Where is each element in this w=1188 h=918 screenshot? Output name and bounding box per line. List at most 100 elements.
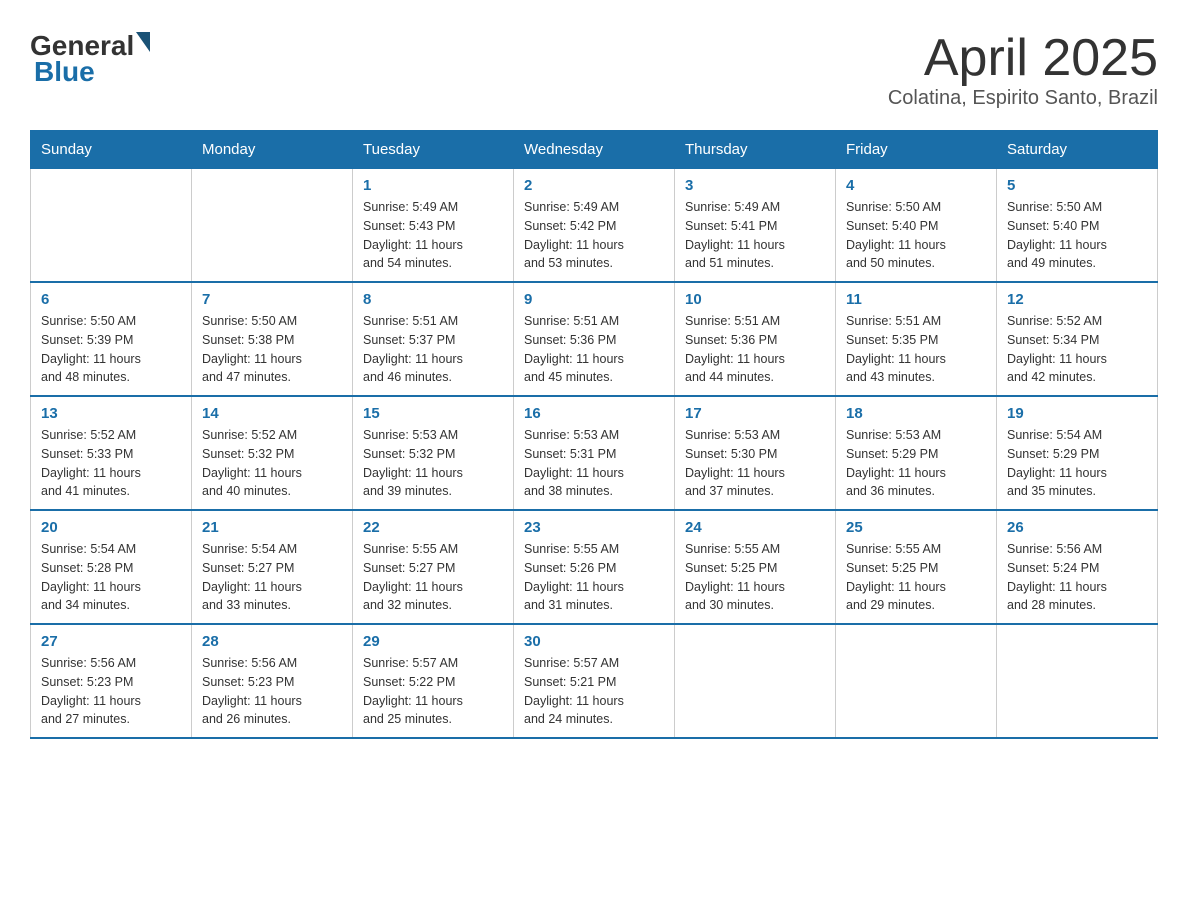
day-info: Sunrise: 5:51 AM Sunset: 5:37 PM Dayligh…: [363, 312, 503, 387]
day-number: 10: [685, 291, 825, 308]
day-cell: 1 Sunrise: 5:49 AM Sunset: 5:43 PM Daylig…: [353, 169, 514, 283]
week-row-5: 27Sunrise: 5:56 AM Sunset: 5:23 PM Dayli…: [31, 624, 1158, 738]
day-info: Sunrise: 5:54 AM Sunset: 5:27 PM Dayligh…: [202, 540, 342, 615]
day-cell: 4 Sunrise: 5:50 AM Sunset: 5:40 PM Daylig…: [836, 169, 997, 283]
header-tuesday: Tuesday: [353, 131, 514, 169]
day-number: 4: [846, 177, 986, 194]
day-info: Sunrise: 5:56 AM Sunset: 5:23 PM Dayligh…: [202, 654, 342, 729]
day-number: 20: [41, 519, 181, 536]
day-cell: 18 Sunrise: 5:53 AM Sunset: 5:29 PM Dayli…: [836, 396, 997, 510]
day-info: Sunrise: 5:50 AM Sunset: 5:40 PM Dayligh…: [846, 198, 986, 273]
day-info: Sunrise: 5:53 AM Sunset: 5:30 PM Dayligh…: [685, 426, 825, 501]
day-info: Sunrise: 5:51 AM Sunset: 5:36 PM Dayligh…: [685, 312, 825, 387]
day-number: 5: [1007, 177, 1147, 194]
day-info: Sunrise: 5:49 AM Sunset: 5:43 PM Dayligh…: [363, 198, 503, 273]
day-cell: 3Sunrise: 5:49 AM Sunset: 5:41 PM Daylig…: [675, 169, 836, 283]
day-number: 18: [846, 405, 986, 422]
header-sunday: Sunday: [31, 131, 192, 169]
day-info: Sunrise: 5:55 AM Sunset: 5:25 PM Dayligh…: [846, 540, 986, 615]
day-info: Sunrise: 5:54 AM Sunset: 5:28 PM Dayligh…: [41, 540, 181, 615]
week-row-4: 20 Sunrise: 5:54 AM Sunset: 5:28 PM Dayli…: [31, 510, 1158, 624]
day-number: 8: [363, 291, 503, 308]
day-info: Sunrise: 5:57 AM Sunset: 5:22 PM Dayligh…: [363, 654, 503, 729]
day-cell: 20 Sunrise: 5:54 AM Sunset: 5:28 PM Dayli…: [31, 510, 192, 624]
day-number: 14: [202, 405, 342, 422]
day-info: Sunrise: 5:50 AM Sunset: 5:40 PM Dayligh…: [1007, 198, 1147, 273]
day-info: Sunrise: 5:52 AM Sunset: 5:34 PM Dayligh…: [1007, 312, 1147, 387]
day-number: 15: [363, 405, 503, 422]
header-monday: Monday: [192, 131, 353, 169]
day-number: 30: [524, 633, 664, 650]
day-number: 13: [41, 405, 181, 422]
day-number: 6: [41, 291, 181, 308]
day-cell: 10 Sunrise: 5:51 AM Sunset: 5:36 PM Dayli…: [675, 282, 836, 396]
day-cell: 28Sunrise: 5:56 AM Sunset: 5:23 PM Dayli…: [192, 624, 353, 738]
day-number: 9: [524, 291, 664, 308]
day-cell: 25 Sunrise: 5:55 AM Sunset: 5:25 PM Dayli…: [836, 510, 997, 624]
logo: General Blue: [30, 30, 150, 88]
day-info: Sunrise: 5:55 AM Sunset: 5:25 PM Dayligh…: [685, 540, 825, 615]
day-cell: [675, 624, 836, 738]
title-block: April 2025 Colatina, Espirito Santo, Bra…: [888, 30, 1158, 110]
day-info: Sunrise: 5:55 AM Sunset: 5:27 PM Dayligh…: [363, 540, 503, 615]
day-number: 1: [363, 177, 503, 194]
day-info: Sunrise: 5:57 AM Sunset: 5:21 PM Dayligh…: [524, 654, 664, 729]
day-info: Sunrise: 5:49 AM Sunset: 5:42 PM Dayligh…: [524, 198, 664, 273]
day-cell: 11 Sunrise: 5:51 AM Sunset: 5:35 PM Dayli…: [836, 282, 997, 396]
header-wednesday: Wednesday: [514, 131, 675, 169]
day-number: 26: [1007, 519, 1147, 536]
day-cell: 24Sunrise: 5:55 AM Sunset: 5:25 PM Dayli…: [675, 510, 836, 624]
day-number: 19: [1007, 405, 1147, 422]
day-number: 17: [685, 405, 825, 422]
day-cell: 9 Sunrise: 5:51 AM Sunset: 5:36 PM Daylig…: [514, 282, 675, 396]
day-cell: 16 Sunrise: 5:53 AM Sunset: 5:31 PM Dayli…: [514, 396, 675, 510]
day-info: Sunrise: 5:51 AM Sunset: 5:36 PM Dayligh…: [524, 312, 664, 387]
day-cell: 30 Sunrise: 5:57 AM Sunset: 5:21 PM Dayli…: [514, 624, 675, 738]
day-info: Sunrise: 5:56 AM Sunset: 5:24 PM Dayligh…: [1007, 540, 1147, 615]
day-cell: [192, 169, 353, 283]
header-friday: Friday: [836, 131, 997, 169]
day-info: Sunrise: 5:53 AM Sunset: 5:32 PM Dayligh…: [363, 426, 503, 501]
day-number: 12: [1007, 291, 1147, 308]
day-cell: [836, 624, 997, 738]
day-cell: 14 Sunrise: 5:52 AM Sunset: 5:32 PM Dayli…: [192, 396, 353, 510]
day-number: 29: [363, 633, 503, 650]
day-cell: 12 Sunrise: 5:52 AM Sunset: 5:34 PM Dayli…: [997, 282, 1158, 396]
location-subtitle: Colatina, Espirito Santo, Brazil: [888, 87, 1158, 110]
day-cell: 5 Sunrise: 5:50 AM Sunset: 5:40 PM Daylig…: [997, 169, 1158, 283]
logo-arrow-icon: [136, 32, 150, 52]
day-info: Sunrise: 5:53 AM Sunset: 5:31 PM Dayligh…: [524, 426, 664, 501]
calendar-header-row: SundayMondayTuesdayWednesdayThursdayFrid…: [31, 131, 1158, 169]
day-cell: [31, 169, 192, 283]
day-number: 11: [846, 291, 986, 308]
day-cell: 6 Sunrise: 5:50 AM Sunset: 5:39 PM Daylig…: [31, 282, 192, 396]
day-cell: 21 Sunrise: 5:54 AM Sunset: 5:27 PM Dayli…: [192, 510, 353, 624]
day-cell: 26 Sunrise: 5:56 AM Sunset: 5:24 PM Dayli…: [997, 510, 1158, 624]
day-number: 21: [202, 519, 342, 536]
day-info: Sunrise: 5:51 AM Sunset: 5:35 PM Dayligh…: [846, 312, 986, 387]
day-info: Sunrise: 5:54 AM Sunset: 5:29 PM Dayligh…: [1007, 426, 1147, 501]
day-cell: 19 Sunrise: 5:54 AM Sunset: 5:29 PM Dayli…: [997, 396, 1158, 510]
day-info: Sunrise: 5:52 AM Sunset: 5:32 PM Dayligh…: [202, 426, 342, 501]
header-thursday: Thursday: [675, 131, 836, 169]
day-cell: 13 Sunrise: 5:52 AM Sunset: 5:33 PM Dayli…: [31, 396, 192, 510]
day-cell: 29 Sunrise: 5:57 AM Sunset: 5:22 PM Dayli…: [353, 624, 514, 738]
day-cell: 27Sunrise: 5:56 AM Sunset: 5:23 PM Dayli…: [31, 624, 192, 738]
day-info: Sunrise: 5:55 AM Sunset: 5:26 PM Dayligh…: [524, 540, 664, 615]
day-info: Sunrise: 5:52 AM Sunset: 5:33 PM Dayligh…: [41, 426, 181, 501]
day-info: Sunrise: 5:53 AM Sunset: 5:29 PM Dayligh…: [846, 426, 986, 501]
day-number: 2: [524, 177, 664, 194]
day-cell: 23 Sunrise: 5:55 AM Sunset: 5:26 PM Dayli…: [514, 510, 675, 624]
day-number: 22: [363, 519, 503, 536]
calendar-title: April 2025: [888, 30, 1158, 87]
day-number: 16: [524, 405, 664, 422]
day-cell: 7 Sunrise: 5:50 AM Sunset: 5:38 PM Daylig…: [192, 282, 353, 396]
day-number: 23: [524, 519, 664, 536]
day-number: 25: [846, 519, 986, 536]
day-cell: 2 Sunrise: 5:49 AM Sunset: 5:42 PM Daylig…: [514, 169, 675, 283]
day-number: 7: [202, 291, 342, 308]
day-info: Sunrise: 5:50 AM Sunset: 5:39 PM Dayligh…: [41, 312, 181, 387]
day-cell: [997, 624, 1158, 738]
day-info: Sunrise: 5:50 AM Sunset: 5:38 PM Dayligh…: [202, 312, 342, 387]
page-header: General Blue April 2025 Colatina, Espiri…: [30, 30, 1158, 110]
